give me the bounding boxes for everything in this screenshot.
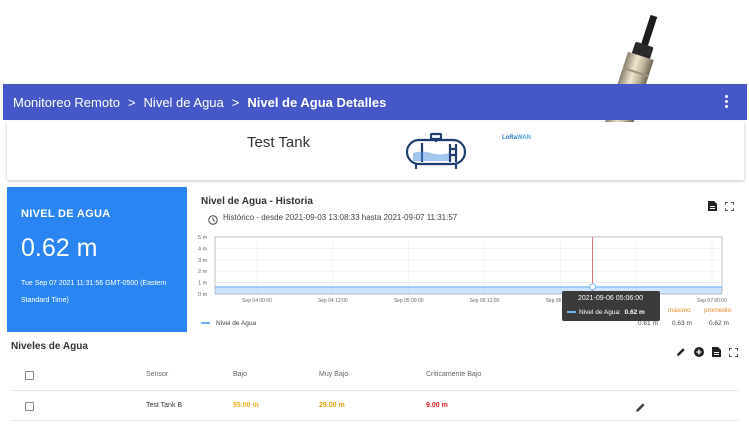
y-tick-label: 4 m bbox=[198, 246, 208, 252]
column-header-criticamente-bajo[interactable]: Criticamente Bajo bbox=[426, 371, 481, 378]
breadcrumb-item-nivel[interactable]: Nivel de Agua bbox=[144, 95, 224, 110]
column-header-sensor[interactable]: Sensor bbox=[146, 371, 168, 378]
x-tick-label: Sep 05 00:00 bbox=[394, 298, 424, 304]
tank-header-card: Test Tank LoRaWAN bbox=[7, 122, 744, 180]
stat-value-avg: 0.62 m bbox=[709, 320, 729, 327]
breadcrumb-separator: > bbox=[127, 94, 136, 110]
breadcrumb-item-monitoreo[interactable]: Monitoreo Remoto bbox=[13, 95, 120, 110]
metric-label: NIVEL DE AGUA bbox=[21, 208, 111, 220]
x-tick-label: Sep 05 12:00 bbox=[470, 298, 500, 304]
y-tick-label: 1 m bbox=[198, 281, 208, 287]
tooltip-date: 2021-09-06 05:06:00 bbox=[578, 295, 643, 302]
chart-legend: Nivel de Agua bbox=[201, 320, 256, 327]
y-tick-label: 0 m bbox=[198, 292, 208, 298]
cell-criticamente-bajo: 9.00 m bbox=[426, 402, 448, 409]
column-header-muy-bajo[interactable]: Muy Bajo bbox=[319, 371, 348, 378]
row-divider bbox=[11, 390, 739, 391]
row-checkbox[interactable] bbox=[25, 402, 34, 411]
cell-bajo: 55.00 m bbox=[233, 402, 259, 409]
column-header-bajo[interactable]: Bajo bbox=[233, 371, 247, 378]
stat-header-avg: promedio bbox=[704, 307, 732, 314]
chart-subtitle: Histórico - desde 2021-09-03 13:08:33 ha… bbox=[223, 213, 458, 222]
row-divider bbox=[11, 420, 739, 421]
tank-icon bbox=[404, 131, 478, 176]
stat-value-min: 0.61 m bbox=[638, 320, 658, 327]
y-tick-label: 5 m bbox=[198, 235, 208, 241]
pencil-icon[interactable] bbox=[676, 344, 686, 362]
data-point-marker bbox=[589, 283, 597, 291]
select-all-checkbox[interactable] bbox=[25, 371, 34, 380]
metric-value: 0.62 m bbox=[21, 234, 98, 262]
stat-value-max: 0.63 m bbox=[672, 320, 692, 327]
clock-icon bbox=[208, 212, 218, 225]
history-chart-card: 5 m 4 m 3 m 2 m 1 m 0 m Sep 04 00:00 Sep 04 12:… bbox=[192, 187, 744, 332]
tooltip-series: Nivel de Agua: bbox=[579, 309, 621, 316]
file-icon[interactable] bbox=[708, 198, 717, 216]
tank-name: Test Tank bbox=[247, 134, 311, 151]
chart-title: Nivel de Agua - Historia bbox=[201, 196, 313, 207]
plot-frame bbox=[214, 236, 723, 295]
chart-tooltip: 2021-09-06 05:06:00 Nivel de Agua: 0.62 … bbox=[562, 291, 660, 321]
y-tick-label: 3 m bbox=[198, 258, 208, 264]
x-tick-label: Sep 04 12:00 bbox=[318, 298, 348, 304]
breadcrumb: Monitoreo Remoto > Nivel de Agua > Nivel de … bbox=[13, 95, 386, 110]
cell-sensor: Test Tank B bbox=[146, 402, 183, 409]
pencil-icon[interactable] bbox=[635, 400, 646, 418]
fullscreen-icon[interactable] bbox=[728, 344, 739, 362]
fullscreen-icon[interactable] bbox=[724, 198, 735, 216]
levels-table-section: Niveles de Agua Sensor Bajo Muy Bajo Cri… bbox=[0, 334, 749, 430]
lora-prefix: LoRa bbox=[502, 135, 517, 141]
y-tick-label: 2 m bbox=[198, 269, 208, 275]
add-circle-icon[interactable] bbox=[694, 344, 704, 362]
x-tick-label: Sep 07 00:00 bbox=[697, 298, 727, 304]
lora-suffix: WAN bbox=[517, 135, 531, 141]
more-vert-icon[interactable] bbox=[725, 95, 729, 109]
tooltip-value: 0.62 m bbox=[624, 309, 645, 316]
x-tick-label: Sep 04 00:00 bbox=[242, 298, 272, 304]
cell-muy-bajo: 29.00 m bbox=[319, 402, 345, 409]
legend-label: Nivel de Agua bbox=[216, 320, 257, 327]
lorawan-logo: LoRaWAN bbox=[502, 135, 531, 141]
breadcrumb-current: Nivel de Agua Detalles bbox=[247, 94, 387, 110]
metric-timestamp: Tue Sep 07 2021 11:31:56 GMT-0500 (Easte… bbox=[21, 280, 167, 304]
stat-header-max: máximo bbox=[668, 307, 691, 314]
file-icon[interactable] bbox=[712, 344, 721, 362]
history-chart[interactable]: 5 m 4 m 3 m 2 m 1 m 0 m Sep 04 00:00 Sep 04 12:… bbox=[192, 187, 744, 332]
app-bar: Monitoreo Remoto > Nivel de Agua > Nivel de … bbox=[3, 84, 747, 120]
tooltip-value-row: Nivel de Agua: 0.62 m bbox=[567, 309, 645, 316]
table-title: Niveles de Agua bbox=[11, 341, 88, 352]
breadcrumb-separator: > bbox=[231, 94, 240, 110]
water-level-card: NIVEL DE AGUA 0.62 m Tue Sep 07 2021 11:… bbox=[7, 187, 187, 332]
